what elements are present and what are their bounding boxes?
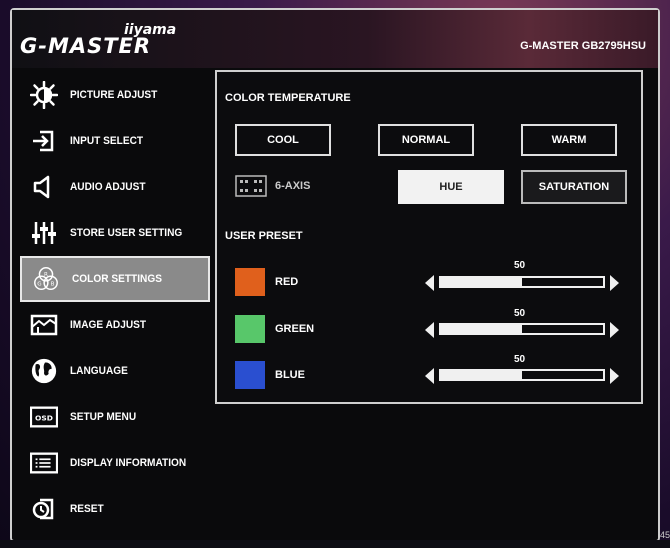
reset-icon [30,495,58,523]
cool-button[interactable]: COOL [235,124,331,156]
sidebar-item-audio-adjust[interactable]: AUDIO ADJUST [20,164,210,210]
svg-text:OSD: OSD [35,414,53,423]
rgb-icon: R G B [32,265,60,293]
increase-arrow-icon[interactable] [610,368,619,384]
slider-track [439,369,605,381]
input-icon [30,127,58,155]
decrease-arrow-icon[interactable] [425,322,434,338]
globe-icon [30,357,58,385]
speaker-icon [30,173,58,201]
slider-track [439,276,605,288]
red-swatch [235,268,265,296]
svg-text:G: G [37,282,41,288]
slider-fill [441,278,522,286]
increase-arrow-icon[interactable] [610,275,619,291]
sidebar-item-color-settings[interactable]: R G B COLOR SETTINGS [20,256,210,302]
image-adjust-icon [30,311,58,339]
slider-fill [441,371,522,379]
taskbar [0,540,670,548]
sidebar-item-label: RESET [70,503,104,515]
sidebar-item-label: DISPLAY INFORMATION [70,457,187,469]
sidebar-item-reset[interactable]: RESET [20,486,210,532]
taskbar-clock: :45 [657,530,670,540]
blue-value: 50 [514,354,526,365]
osd-menu: iiyama G-MASTER G-MASTER GB2795HSU PICTU… [10,8,660,542]
six-axis-icon [235,175,267,201]
sidebar-item-language[interactable]: LANGUAGE [20,348,210,394]
sidebar-item-label: INPUT SELECT [70,135,144,147]
osd-icon: OSD [30,403,58,431]
sidebar-item-image-adjust[interactable]: IMAGE ADJUST [20,302,210,348]
model-name: G-MASTER GB2795HSU [520,40,646,52]
sidebar-item-label: LANGUAGE [70,365,128,377]
six-axis-label: 6-AXIS [275,180,311,192]
sidebar-item-picture-adjust[interactable]: PICTURE ADJUST [20,72,210,118]
hue-button[interactable]: HUE [398,170,504,204]
sidebar-menu: PICTURE ADJUST INPUT SELECT AUDIO ADJUST [20,72,210,532]
green-label: GREEN [275,323,315,335]
slider-track [439,323,605,335]
green-value: 50 [514,308,526,319]
blue-slider[interactable] [425,367,619,385]
sidebar-item-store-user-setting[interactable]: STORE USER SETTING [20,210,210,256]
normal-button[interactable]: NORMAL [378,124,474,156]
warm-button[interactable]: WARM [521,124,617,156]
red-label: RED [275,276,299,288]
sidebar-item-input-select[interactable]: INPUT SELECT [20,118,210,164]
saturation-button[interactable]: SATURATION [521,170,627,204]
user-preset-title: USER PRESET [225,230,303,242]
sidebar-item-label: AUDIO ADJUST [70,181,146,193]
slider-fill [441,325,522,333]
brightness-icon [30,81,58,109]
sidebar-item-label: STORE USER SETTING [70,227,183,239]
sidebar-item-label: PICTURE ADJUST [70,89,158,101]
increase-arrow-icon[interactable] [610,322,619,338]
blue-label: BLUE [275,369,305,381]
green-swatch [235,315,265,343]
blue-swatch [235,361,265,389]
sidebar-item-label: SETUP MENU [70,411,137,423]
svg-text:R: R [44,272,48,278]
brand-gmaster-logo: G-MASTER [20,34,152,58]
sidebar-item-label: COLOR SETTINGS [72,273,162,285]
sidebar-item-label: IMAGE ADJUST [70,319,147,331]
osd-header: iiyama G-MASTER G-MASTER GB2795HSU [12,10,658,68]
color-temperature-title: COLOR TEMPERATURE [225,92,351,104]
red-slider[interactable] [425,274,619,292]
sliders-icon [30,219,58,247]
decrease-arrow-icon[interactable] [425,368,434,384]
decrease-arrow-icon[interactable] [425,275,434,291]
info-list-icon [30,449,58,477]
svg-text:B: B [51,282,55,288]
green-slider[interactable] [425,321,619,339]
sidebar-item-display-information[interactable]: DISPLAY INFORMATION [20,440,210,486]
color-settings-panel: COLOR TEMPERATURE COOL NORMAL WARM 6-AXI… [215,70,643,404]
red-value: 50 [514,260,526,271]
sidebar-item-setup-menu[interactable]: OSD SETUP MENU [20,394,210,440]
